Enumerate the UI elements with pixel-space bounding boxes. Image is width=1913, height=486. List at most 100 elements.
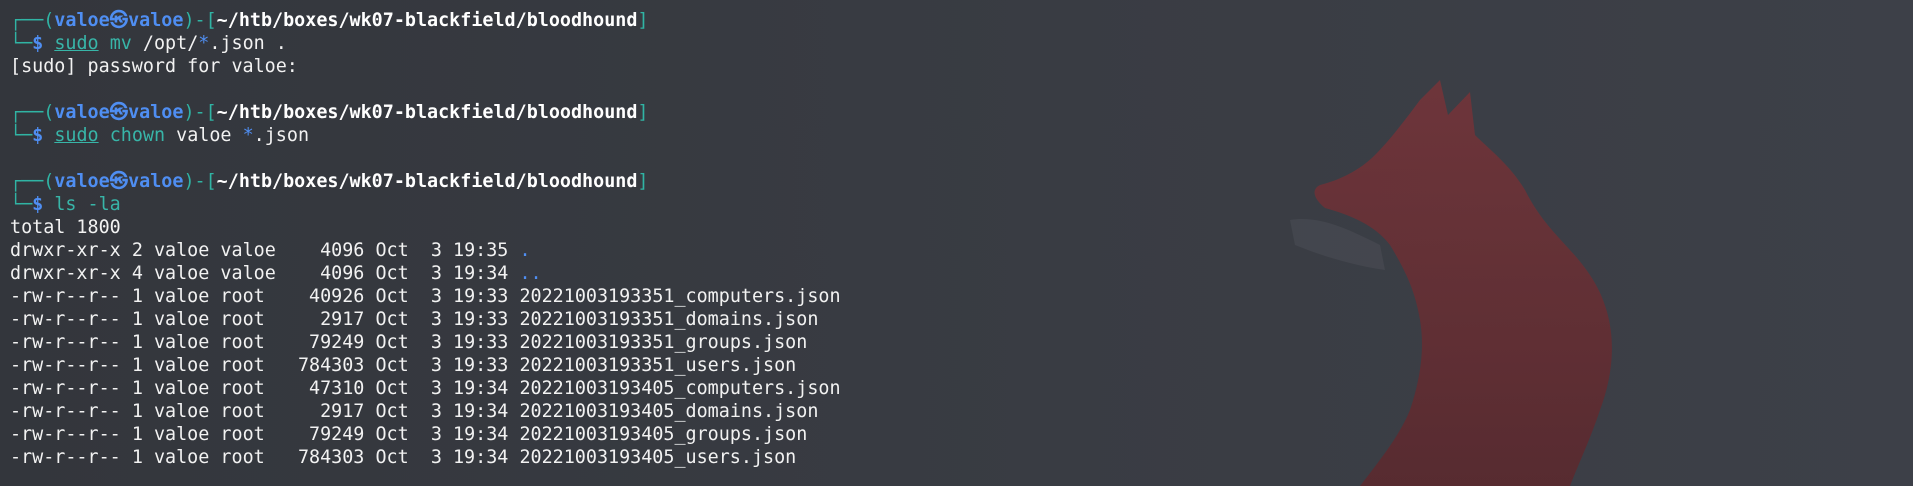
file-permissions: -rw-r--r-- <box>10 332 121 353</box>
terminal-output[interactable]: ┌──(valoe㉿valoe)-[~/htb/boxes/wk07-black… <box>0 9 1913 486</box>
file-permissions: -rw-r--r-- <box>10 309 121 330</box>
prompt-dollar: $ <box>32 33 55 54</box>
command-token: valoe <box>165 125 243 146</box>
prompt-frame: ] <box>637 171 649 192</box>
listing-row: drwxr-xr-x 4 valoe valoe 4096 Oct 3 19:3… <box>0 262 1913 285</box>
file-month: Oct <box>375 424 409 445</box>
command-line: └─$ ls -la <box>0 193 1913 216</box>
file-name: 20221003193405_computers.json <box>519 378 841 399</box>
prompt-frame: )-[ <box>183 102 217 123</box>
file-day: 3 <box>430 263 442 284</box>
prompt-frame: └─ <box>10 125 33 146</box>
file-month: Oct <box>375 309 409 330</box>
file-time: 19:33 <box>453 309 509 330</box>
listing-row: -rw-r--r-- 1 valoe root 40926 Oct 3 19:3… <box>0 285 1913 308</box>
prompt-cwd: ~/htb/boxes/wk07-blackfield/bloodhound <box>216 102 638 123</box>
prompt-user: valoe <box>54 102 110 123</box>
command-line: └─$ sudo mv /opt/*.json . <box>0 32 1913 55</box>
listing-row: -rw-r--r-- 1 valoe root 2917 Oct 3 19:34… <box>0 400 1913 423</box>
command-token: * <box>242 125 254 146</box>
file-name: 20221003193351_users.json <box>519 355 797 376</box>
file-time: 19:33 <box>453 332 509 353</box>
file-day: 3 <box>430 447 442 468</box>
prompt-host: valoe <box>128 171 184 192</box>
prompt-frame: )-[ <box>183 171 217 192</box>
file-links: 1 <box>131 378 143 399</box>
file-owner: valoe <box>153 447 210 468</box>
file-group: root <box>220 401 265 422</box>
file-group: root <box>220 332 265 353</box>
file-size: 79249 <box>309 332 365 353</box>
listing-row: -rw-r--r-- 1 valoe root 784303 Oct 3 19:… <box>0 446 1913 469</box>
command-token: /opt/ <box>131 33 199 54</box>
file-links: 1 <box>131 355 143 376</box>
file-name: 20221003193351_groups.json <box>519 332 808 353</box>
file-size: 4096 <box>320 240 365 261</box>
file-name: 20221003193351_domains.json <box>519 309 819 330</box>
file-name: 20221003193405_groups.json <box>519 424 808 445</box>
file-size: 2917 <box>320 401 365 422</box>
listing-row: -rw-r--r-- 1 valoe root 79249 Oct 3 19:3… <box>0 331 1913 354</box>
file-size: 4096 <box>320 263 365 284</box>
file-day: 3 <box>430 286 442 307</box>
file-owner: valoe <box>153 424 210 445</box>
prompt-user: valoe <box>54 171 110 192</box>
file-day: 3 <box>430 401 442 422</box>
file-name: 20221003193351_computers.json <box>519 286 841 307</box>
file-owner: valoe <box>153 401 210 422</box>
file-links: 1 <box>131 424 143 445</box>
file-links: 4 <box>131 263 143 284</box>
listing-row: -rw-r--r-- 1 valoe root 79249 Oct 3 19:3… <box>0 423 1913 446</box>
file-time: 19:35 <box>453 240 509 261</box>
file-owner: valoe <box>153 263 210 284</box>
file-day: 3 <box>430 355 442 376</box>
prompt-line: ┌──(valoe㉿valoe)-[~/htb/boxes/wk07-black… <box>0 9 1913 32</box>
prompt-user: valoe <box>54 10 110 31</box>
file-owner: valoe <box>153 240 210 261</box>
prompt-at-symbol: ㉿ <box>109 171 129 192</box>
file-name: . <box>519 240 531 261</box>
file-permissions: -rw-r--r-- <box>10 355 121 376</box>
file-month: Oct <box>375 263 409 284</box>
command-token <box>99 33 110 54</box>
prompt-dollar: $ <box>32 125 55 146</box>
file-permissions: -rw-r--r-- <box>10 378 121 399</box>
prompt-frame: ┌──( <box>10 10 55 31</box>
file-day: 3 <box>430 332 442 353</box>
prompt-dollar: $ <box>32 194 55 215</box>
file-size: 2917 <box>320 309 365 330</box>
listing-total: total 1800 <box>0 216 1913 239</box>
